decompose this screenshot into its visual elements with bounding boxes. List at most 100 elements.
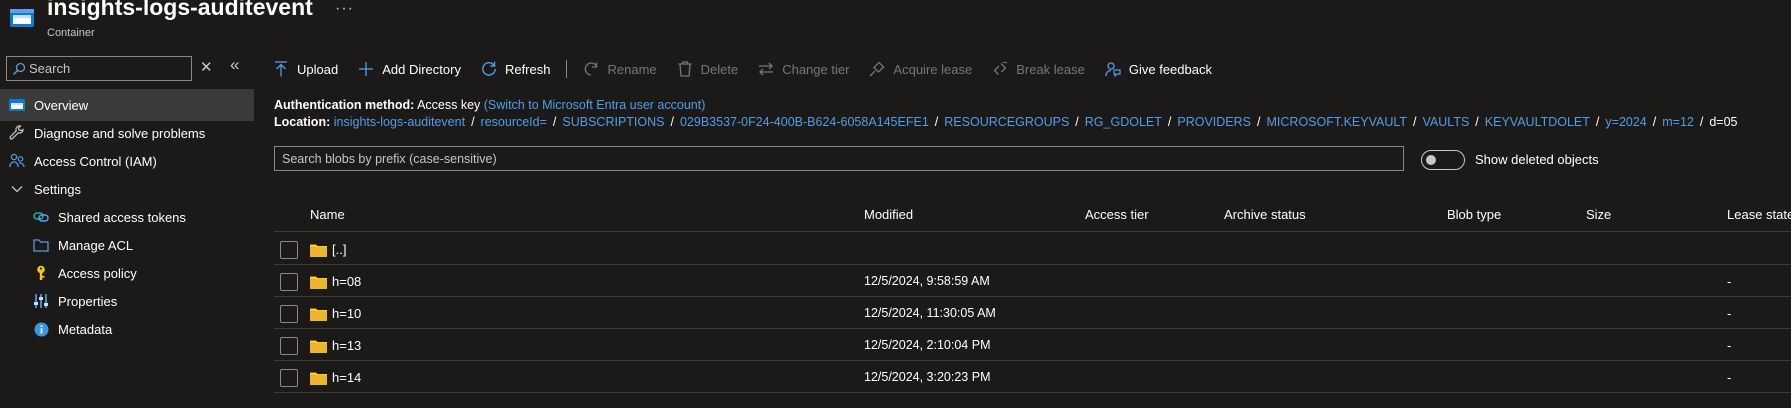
- sidebar-item-label: Access Control (IAM): [34, 153, 157, 169]
- sidebar-item-label: Overview: [34, 97, 89, 113]
- command-bar: Upload Add Directory Refresh Rename Dele…: [273, 54, 1232, 84]
- feedback-icon: [1105, 61, 1121, 77]
- upload-icon: [273, 61, 289, 77]
- show-deleted-toggle[interactable]: [1421, 150, 1465, 170]
- break-lease-label: Break lease: [1016, 61, 1085, 77]
- breadcrumb-segment[interactable]: 029B3537-0F24-400B-B624-6058A145EFE1: [680, 115, 929, 129]
- change-tier-button[interactable]: Change tier: [758, 54, 849, 84]
- column-header-access-tier[interactable]: Access tier: [1085, 207, 1149, 222]
- refresh-button[interactable]: Refresh: [481, 54, 550, 84]
- row-checkbox[interactable]: [280, 305, 298, 323]
- breadcrumb-segment[interactable]: RESOURCEGROUPS: [944, 115, 1069, 129]
- column-header-blob-type[interactable]: Blob type: [1447, 207, 1501, 222]
- breadcrumb-segment[interactable]: VAULTS: [1423, 115, 1470, 129]
- sidebar-item-label: Settings: [34, 181, 81, 197]
- breadcrumb-segment[interactable]: SUBSCRIPTIONS: [562, 115, 664, 129]
- upload-button[interactable]: Upload: [273, 54, 338, 84]
- toolbar-divider: [566, 60, 568, 78]
- row-name[interactable]: h=13: [332, 338, 361, 353]
- rename-label: Rename: [607, 61, 657, 77]
- table-row[interactable]: [..]: [274, 233, 1791, 265]
- breadcrumb-separator: /: [1475, 115, 1479, 129]
- breadcrumb-segment[interactable]: y=2024: [1605, 115, 1646, 129]
- breadcrumb-separator: /: [1413, 115, 1417, 129]
- row-modified: 12/5/2024, 3:20:23 PM: [864, 370, 991, 384]
- lease-icon: [869, 61, 885, 77]
- table-row[interactable]: h=08 12/5/2024, 9:58:59 AM -: [274, 265, 1791, 297]
- sidebar-search[interactable]: [6, 56, 192, 81]
- row-name[interactable]: [..]: [332, 242, 346, 257]
- delete-label: Delete: [700, 61, 739, 77]
- breadcrumb-segment[interactable]: m=12: [1662, 115, 1694, 129]
- add-directory-button[interactable]: Add Directory: [358, 54, 461, 84]
- row-checkbox[interactable]: [280, 241, 298, 259]
- break-lease-button[interactable]: Break lease: [992, 54, 1085, 84]
- swap-arrows-icon: [758, 61, 774, 77]
- column-header-archive-status[interactable]: Archive status: [1224, 207, 1306, 222]
- auth-method-label: Authentication method:: [274, 98, 415, 112]
- table-row[interactable]: h=10 12/5/2024, 11:30:05 AM -: [274, 297, 1791, 329]
- breadcrumb-segment[interactable]: PROVIDERS: [1177, 115, 1251, 129]
- change-tier-label: Change tier: [782, 61, 850, 77]
- collapse-sidebar-button[interactable]: «: [230, 55, 239, 75]
- more-options-button[interactable]: ···: [335, 0, 354, 18]
- row-checkbox[interactable]: [280, 273, 298, 291]
- row-checkbox[interactable]: [280, 369, 298, 387]
- row-modified: 12/5/2024, 2:10:04 PM: [864, 338, 991, 352]
- breadcrumb-segment[interactable]: KEYVAULTDOLET: [1485, 115, 1590, 129]
- folder-icon: [310, 308, 327, 321]
- column-header-size[interactable]: Size: [1586, 207, 1611, 222]
- sidebar-item-label: Manage ACL: [58, 237, 134, 253]
- search-icon: [12, 62, 26, 76]
- breadcrumb-current: d=05: [1709, 115, 1738, 129]
- clear-search-button[interactable]: ✕: [200, 58, 213, 76]
- page-header: insights-logs-auditevent ··· Container: [0, 0, 1791, 44]
- upload-label: Upload: [297, 61, 339, 77]
- row-name[interactable]: h=14: [332, 370, 361, 385]
- row-checkbox[interactable]: [280, 337, 298, 355]
- sidebar-item-label: Access policy: [58, 265, 137, 281]
- location-breadcrumb: Location: insights-logs-auditevent / resou…: [274, 115, 1738, 129]
- row-name[interactable]: h=10: [332, 306, 361, 321]
- breadcrumb-separator: /: [1075, 115, 1079, 129]
- key-icon: [33, 265, 49, 281]
- blob-search-input[interactable]: [275, 147, 1403, 170]
- folder-icon: [310, 372, 327, 385]
- column-header-modified[interactable]: Modified: [864, 207, 913, 222]
- folder-icon: [310, 340, 327, 353]
- folder-icon: [310, 276, 327, 289]
- breadcrumb-segment[interactable]: MICROSOFT.KEYVAULT: [1267, 115, 1408, 129]
- chevron-down-icon: [9, 181, 25, 197]
- breadcrumb-segment[interactable]: insights-logs-auditevent: [334, 115, 465, 129]
- give-feedback-button[interactable]: Give feedback: [1105, 54, 1212, 84]
- sidebar-item-label: Metadata: [58, 321, 113, 337]
- folder-icon: [310, 244, 327, 257]
- breadcrumb-separator: /: [670, 115, 674, 129]
- row-lease-state: -: [1727, 306, 1732, 321]
- switch-auth-link[interactable]: (Switch to Microsoft Entra user account): [484, 98, 706, 112]
- table-row[interactable]: h=14 12/5/2024, 3:20:23 PM -: [274, 361, 1791, 393]
- sidebar-search-input[interactable]: [29, 60, 189, 77]
- blob-search-box[interactable]: [274, 146, 1404, 171]
- table-row[interactable]: h=13 12/5/2024, 2:10:04 PM -: [274, 329, 1791, 361]
- people-icon: [9, 153, 25, 169]
- rename-button[interactable]: Rename: [583, 54, 657, 84]
- sidebar-item-metadata[interactable]: Metadata: [0, 313, 254, 345]
- trash-icon: [677, 61, 693, 77]
- broken-link-icon: [992, 61, 1008, 77]
- column-header-name[interactable]: Name: [310, 207, 345, 222]
- sliders-icon: [33, 293, 49, 309]
- plus-icon: [358, 61, 374, 77]
- row-name[interactable]: h=08: [332, 274, 361, 289]
- give-feedback-label: Give feedback: [1128, 61, 1212, 77]
- info-icon: [33, 321, 49, 337]
- page-title: insights-logs-auditevent: [47, 0, 313, 20]
- column-header-lease-state[interactable]: Lease state: [1727, 207, 1791, 222]
- breadcrumb-segment[interactable]: RG_GDOLET: [1085, 115, 1162, 129]
- wrench-icon: [9, 125, 25, 141]
- breadcrumb-segment[interactable]: resourceId=: [481, 115, 547, 129]
- delete-button[interactable]: Delete: [677, 54, 739, 84]
- acquire-lease-button[interactable]: Acquire lease: [869, 54, 972, 84]
- row-lease-state: -: [1727, 370, 1732, 385]
- show-deleted-label: Show deleted objects: [1475, 152, 1599, 167]
